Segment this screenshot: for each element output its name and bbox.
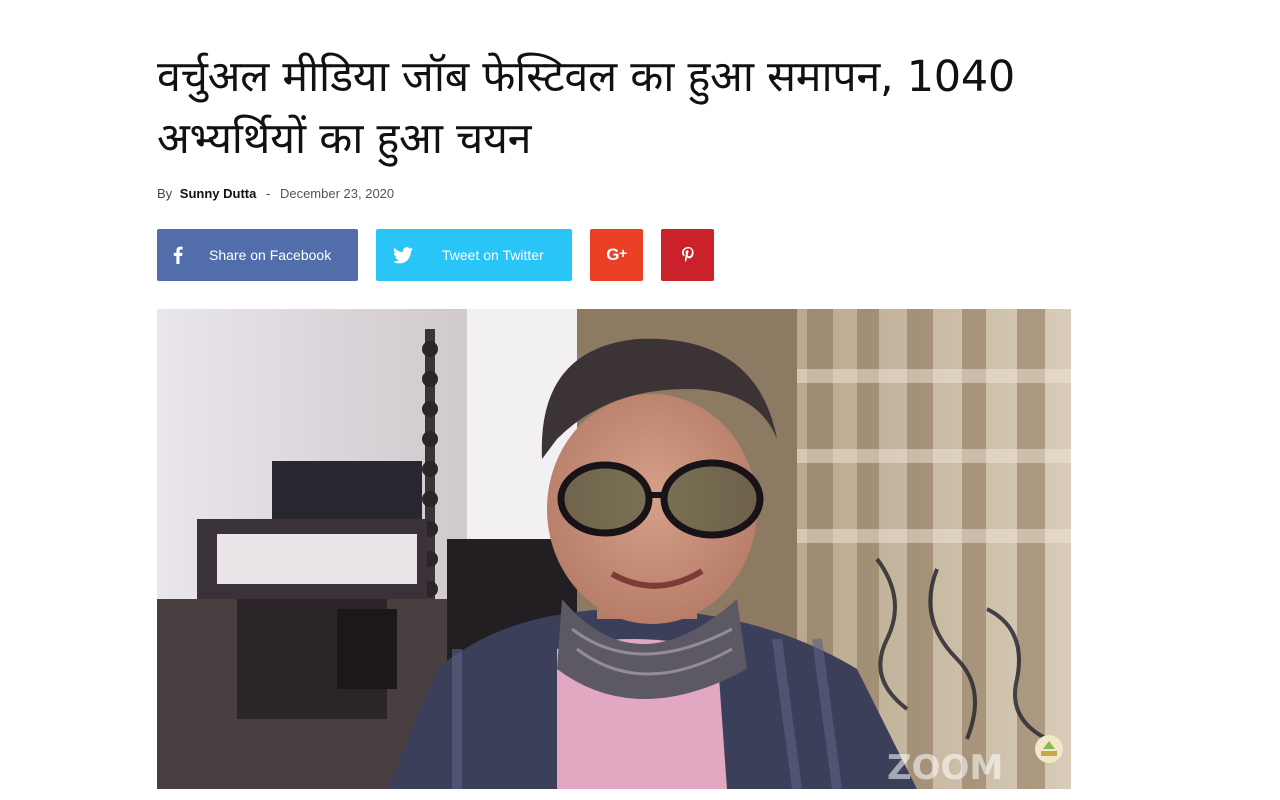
author-link[interactable]: Sunny Dutta <box>180 186 257 201</box>
twitter-icon <box>376 229 430 281</box>
share-pinterest-button[interactable] <box>661 229 714 281</box>
pinterest-icon <box>681 247 694 263</box>
share-facebook-label: Share on Facebook <box>209 247 332 263</box>
share-facebook-button[interactable]: Share on Facebook <box>157 229 358 281</box>
article-title: वर्चुअल मीडिया जॉब फेस्टिवल का हुआ समापन… <box>157 52 1015 164</box>
featured-image: ZOOM <box>157 309 1071 789</box>
zoom-watermark: ZOOM <box>887 748 1003 788</box>
video-call-photo: ZOOM <box>157 309 1071 789</box>
share-twitter-button[interactable]: Tweet on Twitter <box>376 229 572 281</box>
share-twitter-label: Tweet on Twitter <box>442 247 544 263</box>
article-meta: By Sunny Dutta - December 23, 2020 <box>157 186 394 201</box>
share-google-plus-button[interactable]: G+ <box>590 229 643 281</box>
google-plus-icon: G+ <box>606 245 627 264</box>
channel-logo-icon <box>1035 735 1063 763</box>
facebook-icon <box>157 229 199 281</box>
byline-label: By <box>157 186 173 201</box>
meta-separator: - <box>265 186 271 201</box>
publish-date: December 23, 2020 <box>279 186 395 201</box>
